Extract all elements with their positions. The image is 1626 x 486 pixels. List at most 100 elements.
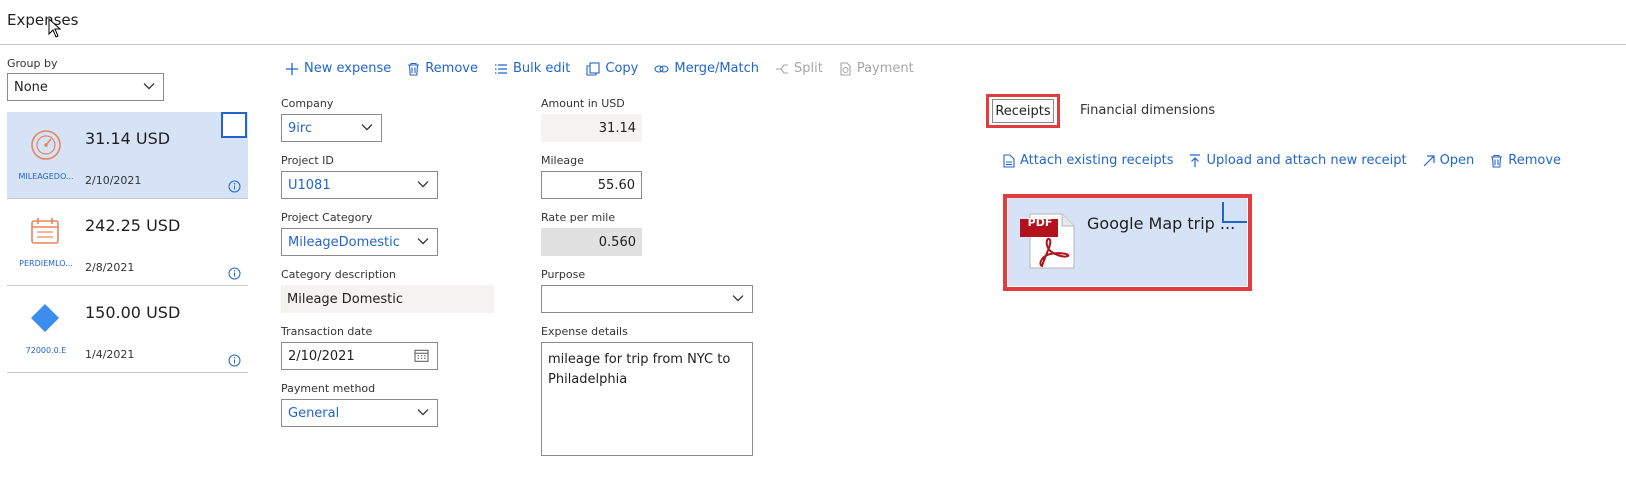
upload-icon: [1190, 153, 1201, 167]
calendar-icon: [31, 218, 59, 244]
info-icon[interactable]: [228, 180, 241, 193]
info-icon[interactable]: [228, 354, 241, 367]
open-receipt-button[interactable]: Open: [1423, 153, 1475, 168]
chevron-down-icon: [417, 181, 429, 188]
merge-match-label: Merge/Match: [674, 61, 759, 76]
copy-label: Copy: [605, 61, 639, 76]
bulk-edit-button[interactable]: Bulk edit: [494, 61, 570, 76]
split-icon: [776, 63, 788, 74]
group-by-label: Group by: [7, 57, 58, 70]
company-select[interactable]: 9irc: [281, 114, 382, 142]
purpose-label: Purpose: [541, 268, 586, 281]
expense-amount: 242.25 USD: [85, 216, 181, 235]
amount-usd-label: Amount in USD: [541, 97, 625, 110]
project-id-select[interactable]: U1081: [281, 171, 438, 199]
expense-category: 72000.0.E: [25, 346, 67, 355]
expense-category: PERDIEMLO...: [19, 259, 73, 268]
remove-label: Remove: [425, 61, 478, 76]
page-title: Expenses: [7, 11, 79, 29]
new-expense-button[interactable]: New expense: [285, 61, 391, 76]
plus-icon: [286, 62, 298, 75]
chevron-down-icon: [143, 83, 155, 90]
chevron-down-icon: [361, 124, 373, 131]
project-category-value: MileageDomestic: [288, 234, 400, 250]
expense-category: MILEAGEDO...: [18, 172, 74, 181]
receipt-name: Google Map trip ...: [1087, 214, 1236, 233]
expense-card-3[interactable]: 72000.0.E 150.00 USD 1/4/2021: [7, 286, 248, 373]
expense-details-textarea[interactable]: mileage for trip from NYC to Philadelphi…: [541, 342, 753, 456]
payment-icon: [840, 61, 851, 76]
chevron-down-icon: [417, 238, 429, 245]
category-description-value: Mileage Domestic: [281, 285, 494, 313]
payment-button[interactable]: Payment: [839, 61, 914, 76]
rate-per-mile-label: Rate per mile: [541, 211, 616, 224]
diamond-icon: [31, 304, 59, 332]
purpose-select[interactable]: [541, 285, 753, 313]
transaction-date-value: 2/10/2021: [288, 348, 355, 364]
mileage-label: Mileage: [541, 154, 584, 167]
amount-usd-value: 31.14: [541, 114, 642, 142]
merge-match-button[interactable]: Merge/Match: [654, 61, 759, 76]
action-toolbar: New expense Remove Bulk edit Copy Merge/…: [285, 61, 930, 76]
list-icon: [494, 63, 507, 74]
receipt-actions: Attach existing receipts Upload and atta…: [1003, 153, 1577, 168]
open-label: Open: [1439, 153, 1475, 168]
speedometer-icon: [31, 130, 61, 160]
trash-icon: [408, 62, 420, 76]
project-category-label: Project Category: [281, 211, 373, 224]
attach-existing-label: Attach existing receipts: [1020, 153, 1174, 168]
project-category-select[interactable]: MileageDomestic: [281, 228, 438, 256]
info-icon[interactable]: [228, 267, 241, 280]
receipt-tile[interactable]: PDF Google Map trip ...: [1008, 198, 1247, 286]
company-label: Company: [281, 97, 334, 110]
group-by-select[interactable]: None: [7, 73, 164, 101]
chevron-down-icon: [417, 409, 429, 416]
chevron-down-icon: [732, 295, 744, 302]
remove-receipt-label: Remove: [1508, 153, 1562, 168]
link-icon: [654, 64, 669, 73]
transaction-date-label: Transaction date: [281, 325, 373, 338]
header-divider: [0, 44, 1626, 45]
project-id-value: U1081: [288, 177, 331, 193]
remove-button[interactable]: Remove: [407, 61, 478, 76]
category-description-label: Category description: [281, 268, 396, 281]
trash-icon: [1491, 154, 1503, 168]
expense-date: 2/10/2021: [85, 174, 142, 187]
expense-details-label: Expense details: [541, 325, 628, 338]
tab-financial-dimensions[interactable]: Financial dimensions: [1080, 103, 1215, 118]
payment-label: Payment: [856, 61, 914, 76]
payment-method-value: General: [288, 405, 340, 421]
group-by-value: None: [14, 79, 48, 95]
upload-attach-label: Upload and attach new receipt: [1206, 153, 1407, 168]
select-checkbox[interactable]: [1222, 202, 1247, 223]
payment-method-select[interactable]: General: [281, 399, 438, 427]
expense-date: 1/4/2021: [85, 348, 135, 361]
mouse-cursor-icon: [48, 18, 62, 38]
expense-amount: 31.14 USD: [85, 129, 171, 148]
calendar-picker-icon[interactable]: [414, 348, 429, 362]
rate-per-mile-value: 0.560: [541, 228, 642, 256]
pdf-file-type: PDF: [1027, 215, 1053, 229]
open-arrow-icon: [1423, 154, 1435, 166]
expense-amount: 150.00 USD: [85, 303, 181, 322]
document-icon: [1003, 153, 1015, 168]
expense-card-1[interactable]: MILEAGEDO... 31.14 USD 2/10/2021: [7, 112, 248, 199]
attach-existing-receipts-button[interactable]: Attach existing receipts: [1003, 153, 1173, 168]
transaction-date-field[interactable]: 2/10/2021: [281, 342, 438, 370]
company-value: 9irc: [288, 120, 313, 136]
remove-receipt-button[interactable]: Remove: [1490, 153, 1561, 168]
bulk-edit-label: Bulk edit: [512, 61, 571, 76]
mileage-field[interactable]: 55.60: [541, 171, 642, 199]
split-button[interactable]: Split: [775, 61, 823, 76]
select-checkbox[interactable]: [221, 112, 247, 138]
project-id-label: Project ID: [281, 154, 334, 167]
copy-icon: [586, 61, 600, 76]
payment-method-label: Payment method: [281, 382, 376, 395]
split-label: Split: [794, 61, 823, 76]
copy-button[interactable]: Copy: [586, 61, 638, 76]
expense-date: 2/8/2021: [85, 261, 135, 274]
expense-card-2[interactable]: PERDIEMLO... 242.25 USD 2/8/2021: [7, 199, 248, 286]
tab-receipts[interactable]: Receipts: [992, 99, 1054, 123]
new-expense-label: New expense: [304, 61, 392, 76]
upload-attach-receipt-button[interactable]: Upload and attach new receipt: [1189, 153, 1407, 168]
